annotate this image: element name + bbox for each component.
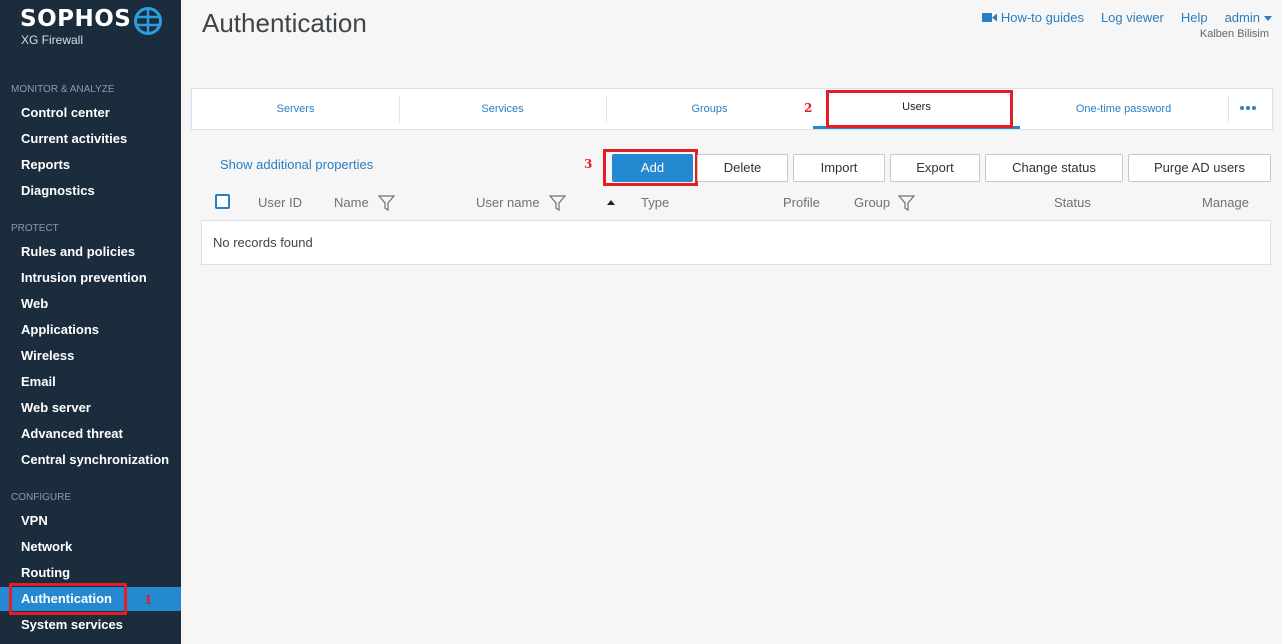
- tab-servers[interactable]: Servers: [192, 89, 399, 129]
- purge-ad-users-button[interactable]: Purge AD users: [1128, 154, 1271, 182]
- filter-icon[interactable]: [549, 195, 566, 211]
- sort-ascending-icon[interactable]: [607, 200, 615, 205]
- column-group[interactable]: Group: [854, 195, 890, 210]
- nav-routing[interactable]: Routing: [0, 561, 181, 585]
- column-user-name[interactable]: User name: [476, 195, 540, 210]
- admin-menu[interactable]: admin: [1225, 10, 1272, 25]
- log-viewer-link[interactable]: Log viewer: [1101, 10, 1164, 25]
- tab-divider: [1228, 95, 1229, 123]
- howto-label: How-to guides: [1000, 10, 1084, 25]
- show-additional-properties-link[interactable]: Show additional properties: [220, 157, 373, 172]
- sidebar: SOPHOS XG Firewall MONITOR & ANALYZE Con…: [0, 0, 181, 644]
- column-manage: Manage: [1202, 195, 1249, 210]
- nav-diagnostics[interactable]: Diagnostics: [0, 179, 181, 203]
- tab-one-time-password[interactable]: One-time password: [1020, 89, 1227, 129]
- nav-intrusion-prevention[interactable]: Intrusion prevention: [0, 266, 181, 290]
- nav-web[interactable]: Web: [0, 292, 181, 316]
- chevron-down-icon: [1264, 16, 1272, 22]
- nav-central-synchronization[interactable]: Central synchronization: [0, 448, 181, 472]
- highlight-box-authentication: [9, 583, 127, 615]
- brand-name: SOPHOS: [20, 6, 132, 32]
- column-profile[interactable]: Profile: [783, 195, 820, 210]
- nav-current-activities[interactable]: Current activities: [0, 127, 181, 151]
- brand-logo[interactable]: SOPHOS XG Firewall: [20, 6, 131, 47]
- empty-state-text: No records found: [213, 235, 313, 250]
- annotation-3: 3: [584, 157, 593, 171]
- change-status-button[interactable]: Change status: [985, 154, 1123, 182]
- tab-groups[interactable]: Groups: [606, 89, 813, 129]
- brand-product: XG Firewall: [21, 33, 84, 47]
- organization-name: Kalben Bilisim: [1199, 28, 1269, 40]
- nav-control-center[interactable]: Control center: [0, 101, 181, 125]
- filter-icon[interactable]: [898, 195, 915, 211]
- admin-label: admin: [1224, 10, 1260, 25]
- nav-system-services[interactable]: System services: [0, 613, 181, 637]
- top-links: How-to guides Log viewer Help admin: [981, 10, 1272, 25]
- annotation-1: 1: [144, 593, 153, 607]
- nav-rules-and-policies[interactable]: Rules and policies: [0, 240, 181, 264]
- highlight-box-users-tab: [826, 90, 1013, 128]
- export-button[interactable]: Export: [890, 154, 980, 182]
- globe-icon: [134, 7, 162, 35]
- page-title: Authentication: [202, 8, 367, 38]
- section-configure: CONFIGURE: [11, 492, 71, 503]
- nav-network[interactable]: Network: [0, 535, 181, 559]
- annotation-2: 2: [804, 101, 813, 115]
- tab-bar: Servers Services Groups Users One-time p…: [191, 88, 1273, 130]
- column-type[interactable]: Type: [641, 195, 669, 210]
- nav-web-server[interactable]: Web server: [0, 396, 181, 420]
- delete-button[interactable]: Delete: [697, 154, 788, 182]
- column-user-id[interactable]: User ID: [258, 195, 302, 210]
- column-status[interactable]: Status: [1054, 195, 1091, 210]
- help-link[interactable]: Help: [1181, 10, 1208, 25]
- filter-icon[interactable]: [378, 195, 395, 211]
- select-all-checkbox[interactable]: [215, 194, 230, 209]
- section-monitor-analyze: MONITOR & ANALYZE: [11, 84, 115, 95]
- nav-advanced-threat[interactable]: Advanced threat: [0, 422, 181, 446]
- nav-email[interactable]: Email: [0, 370, 181, 394]
- table-body: No records found: [201, 220, 1271, 265]
- section-protect: PROTECT: [11, 223, 59, 234]
- highlight-box-add: [603, 149, 698, 186]
- more-tabs-icon[interactable]: [1240, 106, 1256, 110]
- nav-wireless[interactable]: Wireless: [0, 344, 181, 368]
- howto-link[interactable]: How-to guides: [981, 10, 1084, 25]
- import-button[interactable]: Import: [793, 154, 885, 182]
- column-name[interactable]: Name: [334, 195, 369, 210]
- tab-services[interactable]: Services: [399, 89, 606, 129]
- video-camera-icon: [981, 13, 997, 22]
- nav-vpn[interactable]: VPN: [0, 509, 181, 533]
- nav-applications[interactable]: Applications: [0, 318, 181, 342]
- nav-reports[interactable]: Reports: [0, 153, 181, 177]
